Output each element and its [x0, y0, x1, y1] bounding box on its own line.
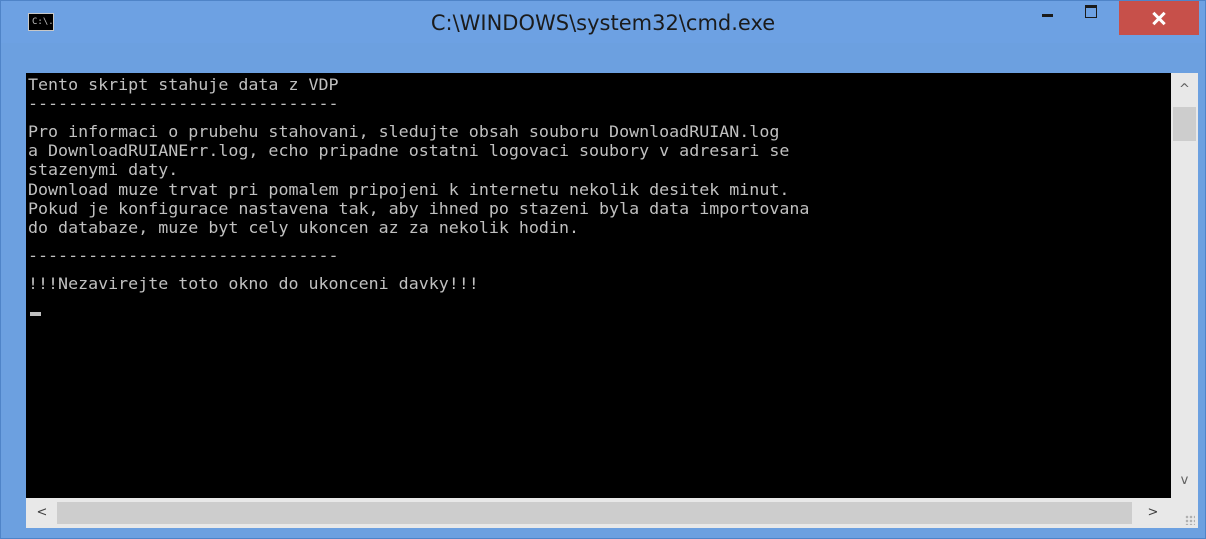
maximize-button[interactable]	[1076, 1, 1106, 23]
close-button[interactable]	[1119, 1, 1199, 35]
scroll-down-arrow-icon[interactable]: v	[1171, 468, 1198, 494]
console-line: Download muze trvat pri pomalem pripojen…	[28, 180, 790, 199]
console-line: Pro informaci o prubehu stahovani, sledu…	[28, 122, 780, 141]
console-line: a DownloadRUIANErr.log, echo pripadne os…	[28, 141, 790, 160]
console-line: -------------------------------	[28, 94, 339, 113]
resize-corner[interactable]	[1171, 498, 1198, 528]
cmd-window: C:\. C:\WINDOWS\system32\cmd.exe Tento s…	[0, 0, 1206, 539]
vertical-scrollbar[interactable]: ^ v	[1171, 73, 1198, 498]
console-line: stazenymi daty.	[28, 160, 179, 179]
horizontal-scrollbar[interactable]: < >	[26, 498, 1171, 528]
console-output[interactable]: Tento skript stahuje data z VDP --------…	[26, 73, 1171, 498]
minimize-button[interactable]	[1034, 1, 1062, 23]
scroll-up-arrow-icon[interactable]: ^	[1171, 77, 1198, 103]
title-bar[interactable]: C:\. C:\WINDOWS\system32\cmd.exe	[1, 1, 1205, 43]
scroll-left-arrow-icon[interactable]: <	[28, 498, 56, 528]
vertical-scroll-thumb[interactable]	[1173, 107, 1196, 141]
text-cursor	[30, 312, 41, 316]
scroll-right-arrow-icon[interactable]: >	[1139, 498, 1167, 528]
console-line: Pokud je konfigurace nastavena tak, aby …	[28, 199, 810, 218]
window-title: C:\WINDOWS\system32\cmd.exe	[430, 11, 776, 35]
console-line: do databaze, muze byt cely ukoncen az za…	[28, 218, 580, 237]
console-line: !!!Nezavirejte toto okno do ukonceni dav…	[28, 274, 479, 293]
console-line: -------------------------------	[28, 246, 339, 265]
horizontal-scroll-thumb[interactable]	[57, 502, 1132, 524]
console-line: Tento skript stahuje data z VDP	[28, 75, 339, 94]
resize-grip-icon[interactable]	[1185, 515, 1195, 525]
